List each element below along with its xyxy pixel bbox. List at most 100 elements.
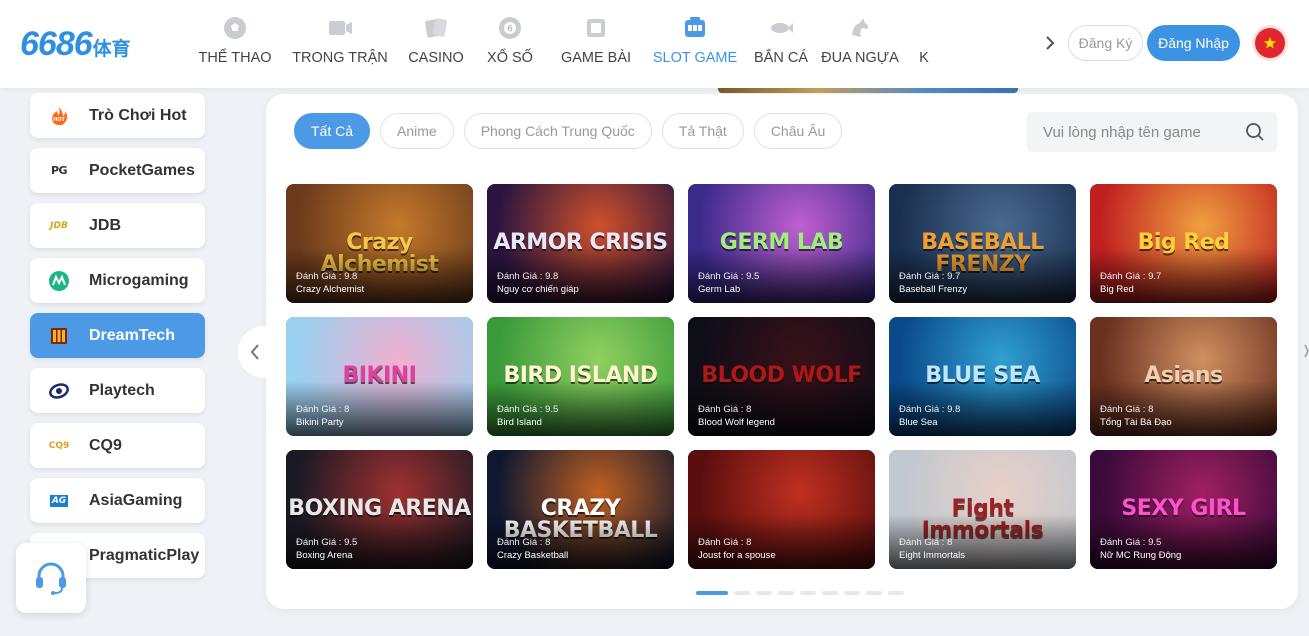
site-logo[interactable]: 6686 体育 [20, 24, 131, 64]
game-grid: Crazy AlchemistĐánh Giá : 9.8Crazy Alche… [286, 184, 1278, 569]
sidebar-item-trò-chơi-hot[interactable]: HOT Trò Chơi Hot [30, 93, 205, 138]
nav-item-slot-game[interactable]: SLOT GAME [644, 0, 746, 88]
game-card[interactable]: GERM LAB Đánh Giá : 9.5 Germ Lab [688, 184, 875, 303]
sidebar-item-cq9[interactable]: CQ9 CQ9 [30, 423, 205, 468]
game-rating: Đánh Giá : 9.7 [899, 271, 960, 282]
hot-flame-icon: HOT [48, 105, 70, 127]
game-card[interactable]: Crazy AlchemistĐánh Giá : 9.8Crazy Alche… [286, 184, 473, 303]
game-card[interactable]: BLUE SEA Đánh Giá : 9.8 Blue Sea [889, 317, 1076, 436]
game-rating: Đánh Giá : 9.5 [497, 404, 558, 415]
sidebar-item-jdb[interactable]: JDB JDB [30, 203, 205, 248]
register-button[interactable]: Đăng Ký [1068, 25, 1143, 61]
sidebar-item-label: JDB [89, 216, 122, 234]
game-name: Big Red [1100, 284, 1134, 295]
game-card[interactable]: BIKINI Đánh Giá : 8 Bikini Party [286, 317, 473, 436]
asiagaming-logo-icon: AG [49, 494, 69, 507]
game-name: Blue Sea [899, 417, 938, 428]
rating-prefix: Đánh Giá : [296, 271, 345, 282]
nav-item-game-bài[interactable]: GAME BÀI [548, 0, 644, 88]
sidebar-item-dreamtech[interactable]: DreamTech [30, 313, 205, 358]
pagination-dot[interactable] [734, 591, 750, 595]
sidebar-item-asiagaming[interactable]: AG AsiaGaming [30, 478, 205, 523]
filter-chip[interactable]: Anime [380, 113, 454, 149]
nav-item-đua-ngựa[interactable]: ĐUA NGỰA [816, 0, 904, 88]
fish-icon [767, 14, 795, 42]
game-card[interactable]: BOXING ARENA Đánh Giá : 9.5 Boxing Arena [286, 450, 473, 569]
filter-chip[interactable]: Tả Thật [661, 113, 744, 149]
pagination-dots [696, 591, 904, 595]
headset-support-icon[interactable] [16, 543, 86, 613]
game-rating: Đánh Giá : 9.7 [1100, 271, 1161, 282]
filter-chip[interactable]: Tất Cả [294, 113, 371, 149]
game-card[interactable]: Big Red Đánh Giá : 9.7 Big Red [1090, 184, 1277, 303]
pagination-dot[interactable] [778, 591, 794, 595]
game-name: Germ Lab [698, 284, 741, 295]
game-panel: Tất Cả Anime Phong Cách Trung Quốc Tả Thật C… [266, 94, 1298, 609]
playtech-logo-icon [48, 380, 70, 402]
sidebar-item-microgaming[interactable]: Microgaming [30, 258, 205, 303]
login-button[interactable]: Đăng Nhập [1147, 25, 1240, 61]
pagination-dot[interactable] [696, 591, 728, 595]
rating-prefix: Đánh Giá : [1100, 404, 1149, 415]
pagination-dot[interactable] [822, 591, 838, 595]
filter-chip[interactable]: Châu Âu [753, 113, 843, 149]
svg-text:HOT: HOT [53, 117, 65, 123]
search-input[interactable] [1043, 123, 1243, 141]
rating-prefix: Đánh Giá : [899, 537, 948, 548]
pagination-dot[interactable] [888, 591, 904, 595]
game-card[interactable]: Đánh Giá : 8 Joust for a spouse [688, 450, 875, 569]
main-nav: THỂ THAO TRONG TRẬN CASINO 6 XỔ SỐ GAME BÀI SL… [190, 0, 1038, 88]
game-rating: Đánh Giá : 8 [899, 537, 952, 548]
sidebar-item-label: DreamTech [89, 326, 175, 344]
game-card[interactable]: BIRD ISLAND Đánh Giá : 9.5 Bird Island [487, 317, 674, 436]
game-rating: Đánh Giá : 9.5 [1100, 537, 1161, 548]
pagination-dot[interactable] [866, 591, 882, 595]
rating-value: 9.5 [1148, 537, 1162, 548]
prev-page-arrow-icon[interactable] [238, 326, 272, 378]
game-rating: Đánh Giá : 9.8 [497, 271, 558, 282]
sidebar-item-playtech[interactable]: Playtech [30, 368, 205, 413]
nav-item-k[interactable]: K [904, 0, 944, 88]
filter-chip[interactable]: Phong Cách Trung Quốc [463, 113, 652, 149]
rating-value: 9.8 [344, 271, 358, 282]
game-card[interactable]: BLOOD WOLF Đánh Giá : 8 Blood Wolf legend [688, 317, 875, 436]
rating-prefix: Đánh Giá : [497, 404, 546, 415]
game-rating: Đánh Giá : 8 [698, 537, 751, 548]
nav-label: XỔ SỐ [487, 50, 533, 66]
rating-prefix: Đánh Giá : [899, 404, 948, 415]
game-card[interactable]: SEXY GIRL Đánh Giá : 9.5 Nữ MC Rung Động [1090, 450, 1277, 569]
nav-item-bắn-cá[interactable]: BẮN CÁ [746, 0, 816, 88]
game-card[interactable]: CRAZY BASKETBALLĐánh Giá : 8Crazy Basket… [487, 450, 674, 569]
sidebar-item-pocketgames[interactable]: PG PocketGames [30, 148, 205, 193]
game-rating: Đánh Giá : 8 [296, 404, 349, 415]
nav-icon [910, 14, 938, 42]
game-card[interactable]: ARMOR CRISIS Đánh Giá : 9.8 Nguy cơ chiến … [487, 184, 674, 303]
pagination-dot[interactable] [800, 591, 816, 595]
game-card[interactable]: Fight ImmortalsĐánh Giá : 8Eight Immorta… [889, 450, 1076, 569]
pagination-dot[interactable] [844, 591, 860, 595]
nav-item-thể-thao[interactable]: THỂ THAO [190, 0, 280, 88]
game-card[interactable]: BASEBALL FRENZYĐánh Giá : 9.7Baseball Fr… [889, 184, 1076, 303]
game-rating: Đánh Giá : 9.5 [296, 537, 357, 548]
rating-value: 9.7 [947, 271, 961, 282]
game-rating: Đánh Giá : 8 [1100, 404, 1153, 415]
nav-item-trong-trận[interactable]: TRONG TRẬN [280, 0, 400, 88]
cq9-logo-icon: CQ9 [48, 440, 70, 451]
game-name: Tổng Tài Bá Đạo [1100, 417, 1172, 428]
nav-item-xổ-số[interactable]: 6 XỔ SỐ [472, 0, 548, 88]
search-icon[interactable] [1245, 122, 1265, 142]
logo-suffix: 体育 [92, 37, 131, 60]
search-box [1027, 112, 1277, 152]
rating-value: 9.5 [344, 537, 358, 548]
pagination-dot[interactable] [756, 591, 772, 595]
game-name: Bird Island [497, 417, 542, 428]
nav-label: GAME BÀI [560, 50, 632, 66]
rating-value: 8 [947, 537, 953, 548]
rating-prefix: Đánh Giá : [296, 404, 345, 415]
vietnam-flag-icon[interactable] [1255, 28, 1285, 58]
next-page-arrow-icon[interactable] [1300, 336, 1309, 366]
nav-next-arrow-icon[interactable] [1042, 32, 1058, 54]
game-card[interactable]: Asians Đánh Giá : 8 Tổng Tài Bá Đạo [1090, 317, 1277, 436]
horse-icon [846, 14, 874, 42]
nav-item-casino[interactable]: CASINO [400, 0, 472, 88]
